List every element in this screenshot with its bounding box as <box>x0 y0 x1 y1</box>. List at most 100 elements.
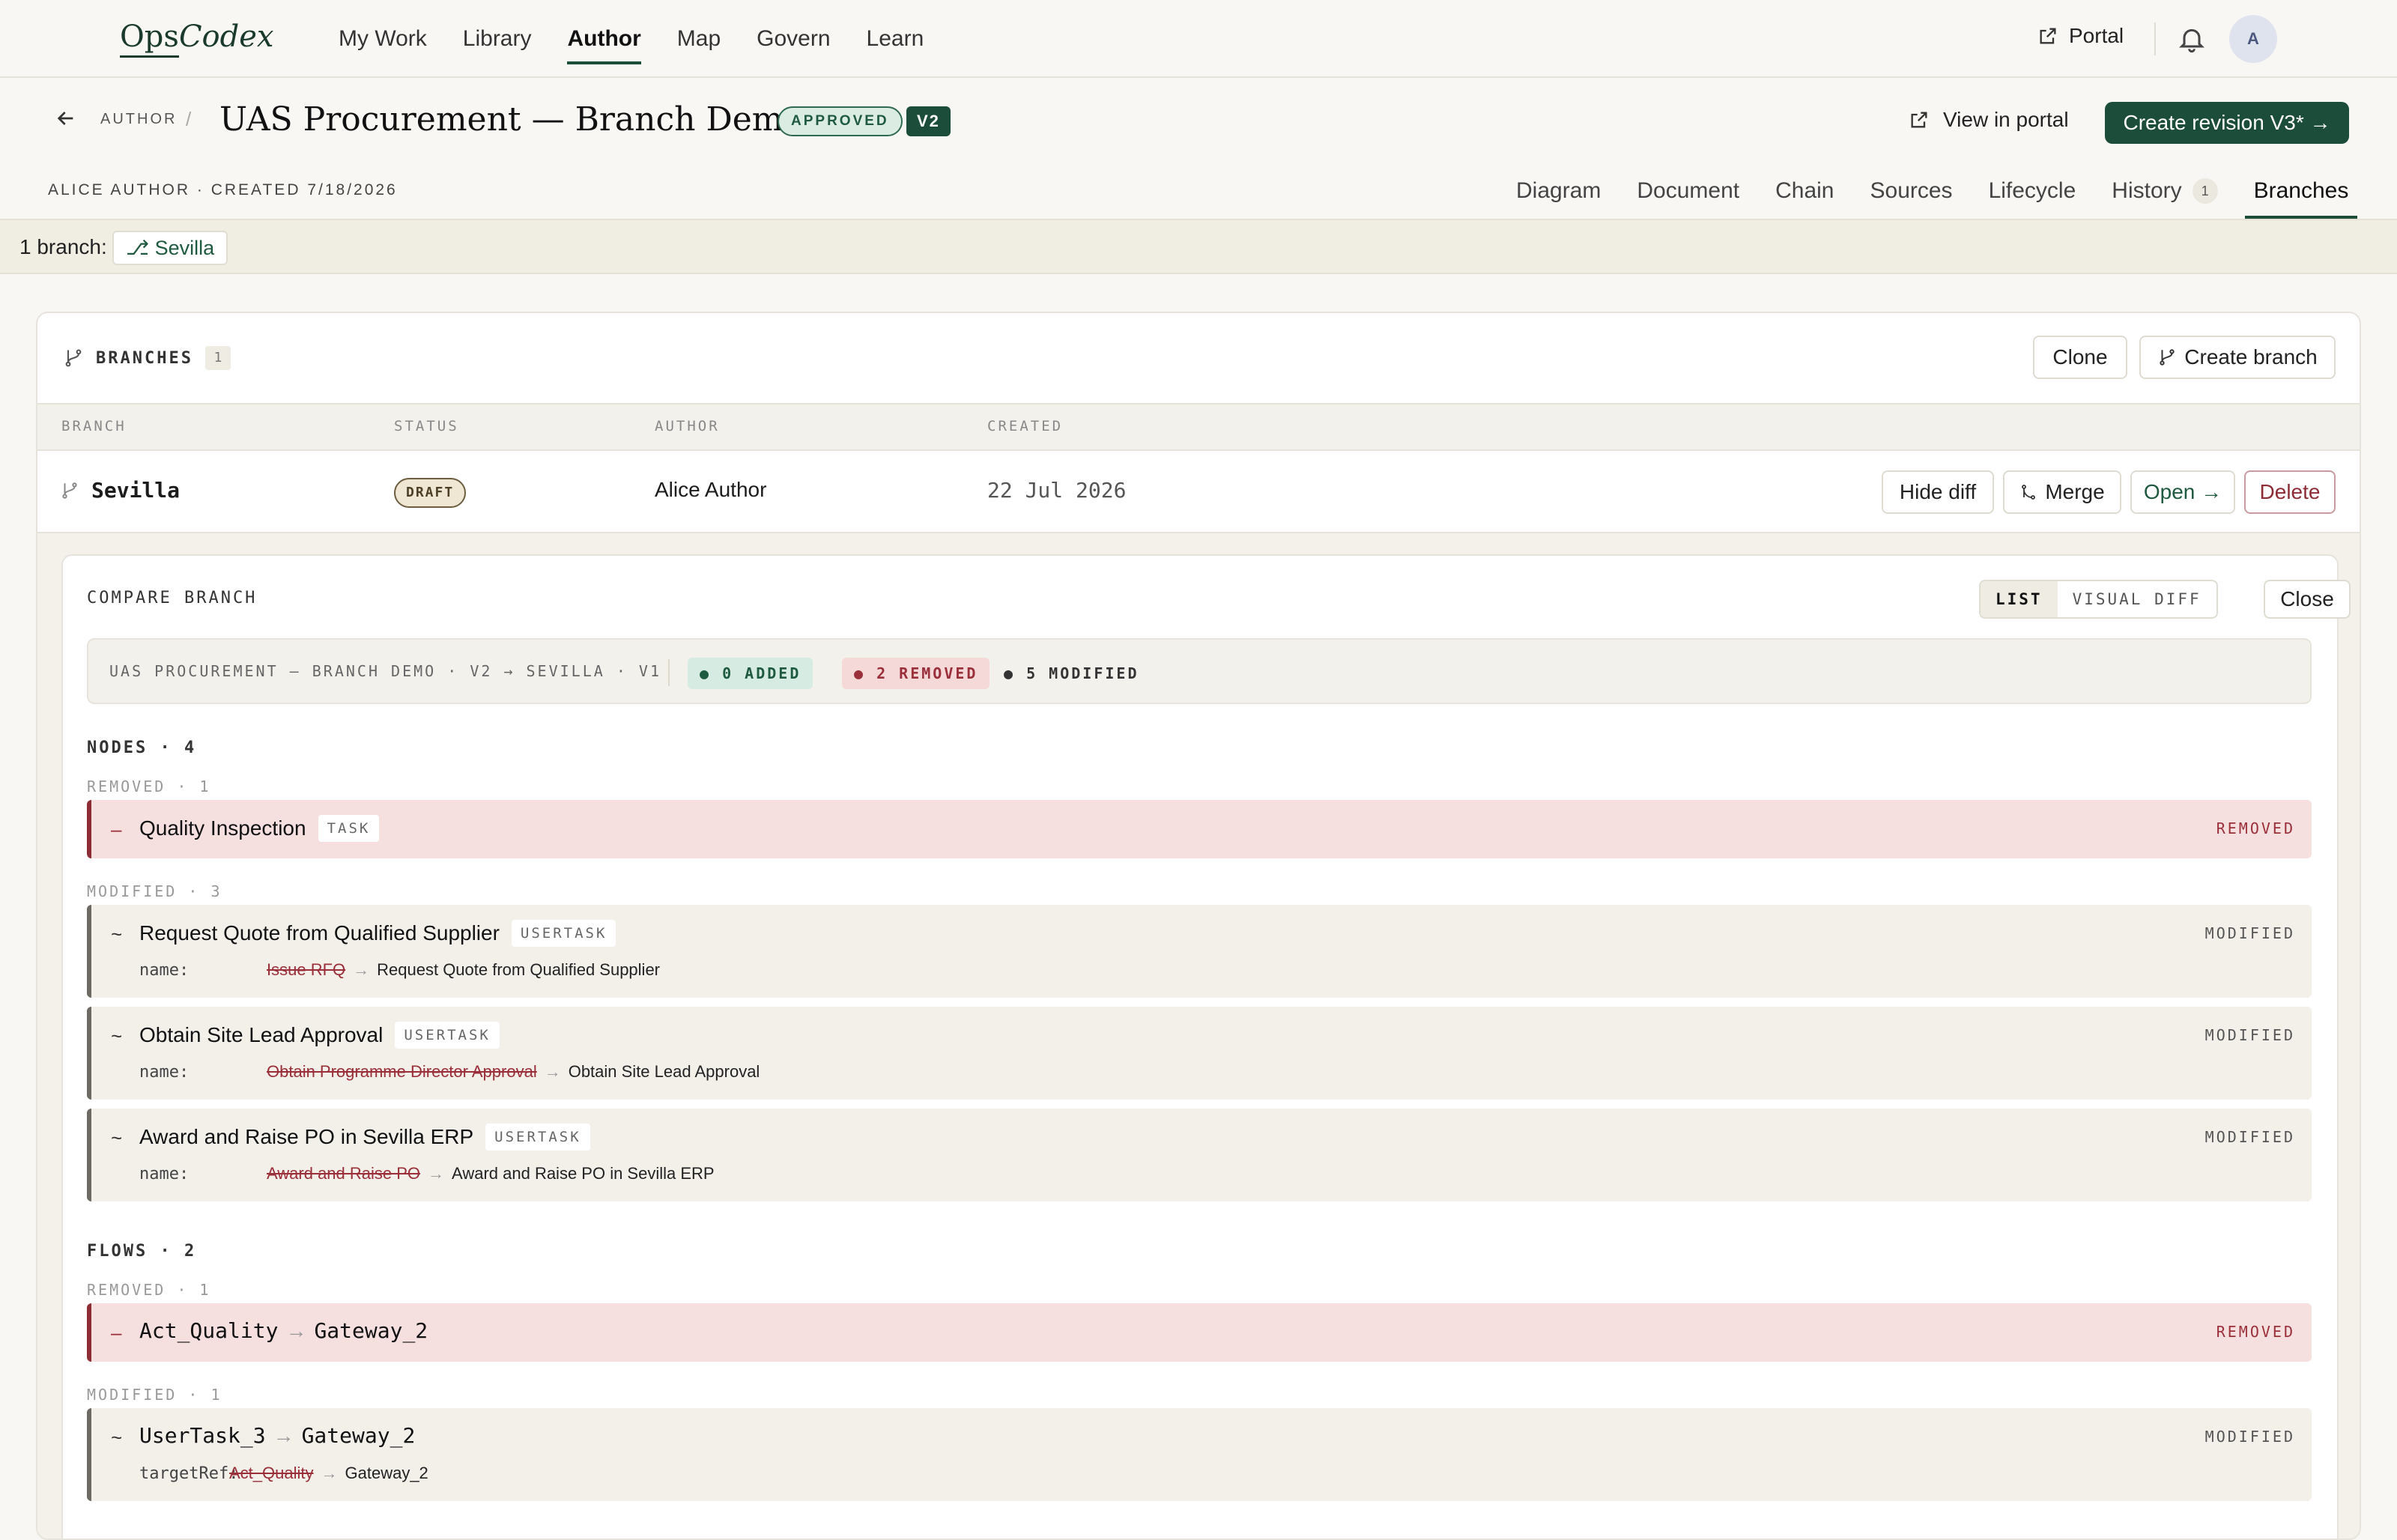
diff-summary: UAS PROCUREMENT — BRANCH DEMO · V2 → SEV… <box>87 638 2312 704</box>
nav-library[interactable]: Library <box>445 0 550 78</box>
compare-branch-panel: COMPARE BRANCH LIST VISUAL DIFF Close UA… <box>61 554 2351 1539</box>
new-value: Award and Raise PO in Sevilla ERP <box>452 1164 715 1183</box>
flow-to: Gateway_2 <box>301 1423 416 1448</box>
delete-button[interactable]: Delete <box>2244 470 2336 514</box>
branch-strip: 1 branch: ⎇ Sevilla <box>0 219 2397 274</box>
modified-count-chip: ● 5 MODIFIED <box>1004 664 1139 682</box>
branches-title-text: BRANCHES <box>96 348 193 368</box>
field-change: name: Issue RFQ → Request Quote from Qualif… <box>139 960 660 980</box>
summary-divider <box>668 659 670 686</box>
flows-section-title: FLOWS · 2 <box>87 1242 197 1261</box>
back-arrow-icon[interactable] <box>54 106 78 130</box>
git-branch-icon <box>62 482 77 499</box>
avatar[interactable]: A <box>2229 15 2277 63</box>
new-value: Obtain Site Lead Approval <box>568 1062 760 1081</box>
branches-count: 1 <box>204 346 231 370</box>
node-name-text: Award and Raise PO in Sevilla ERP <box>139 1125 474 1148</box>
diff-panel-wrapper: COMPARE BRANCH LIST VISUAL DIFF Close UA… <box>37 533 2360 1539</box>
node-type-badge: USERTASK <box>511 920 616 947</box>
node-type-badge: TASK <box>318 815 380 842</box>
tab-history[interactable]: History 1 <box>2094 163 2235 219</box>
branches-title: BRANCHES 1 <box>63 346 231 370</box>
flows-removed-title: REMOVED · 1 <box>87 1281 211 1299</box>
flows-modified-title: MODIFIED · 1 <box>87 1386 222 1404</box>
flow-to: Gateway_2 <box>314 1318 428 1343</box>
nodes-section-title: NODES · 4 <box>87 739 197 757</box>
field-key: name: <box>139 1165 190 1183</box>
delete-label: Delete <box>2259 480 2321 503</box>
nav-my-work[interactable]: My Work <box>321 0 445 78</box>
removed-count-chip: ● 2 REMOVED <box>842 658 990 689</box>
open-label: Open → <box>2143 480 2222 503</box>
open-button[interactable]: Open → <box>2130 470 2235 514</box>
hide-diff-button[interactable]: Hide diff <box>1882 470 1994 514</box>
node-type-badge: USERTASK <box>395 1022 500 1049</box>
hide-diff-label: Hide diff <box>1899 480 1977 503</box>
removed-sign: – <box>111 1321 122 1344</box>
tab-document[interactable]: Document <box>1619 163 1757 219</box>
tab-lifecycle[interactable]: Lifecycle <box>1971 163 2094 219</box>
tab-chain[interactable]: Chain <box>1757 163 1852 219</box>
branch-count-label: 1 branch: <box>19 235 107 258</box>
node-name-text: Quality Inspection <box>139 816 306 840</box>
tab-diagram[interactable]: Diagram <box>1498 163 1619 219</box>
nav-map[interactable]: Map <box>659 0 739 78</box>
branch-status-badge: DRAFT <box>394 478 467 508</box>
branches-card-header: BRANCHES 1 Clone Create branch <box>37 313 2360 403</box>
merge-button[interactable]: Merge <box>2003 470 2121 514</box>
branch-author: Alice Author <box>655 478 767 501</box>
view-visual-diff-button[interactable]: VISUAL DIFF <box>2058 581 2216 617</box>
flow-from: UserTask_3 <box>139 1423 266 1448</box>
flow-name: UserTask_3 → Gateway_2 <box>139 1423 415 1448</box>
external-link-icon <box>2040 28 2056 44</box>
nav-learn[interactable]: Learn <box>849 0 942 78</box>
clone-button[interactable]: Clone <box>2033 336 2127 379</box>
field-change: name: Award and Raise PO → Award and Raise … <box>139 1164 715 1183</box>
author-meta: ALICE AUTHOR · CREATED 7/18/2026 <box>48 181 398 198</box>
modified-sign: ~ <box>111 1426 123 1449</box>
node-name: Obtain Site Lead Approval USERTASK <box>139 1022 500 1049</box>
diff-summary-text: UAS PROCUREMENT — BRANCH DEMO · V2 → SEV… <box>109 662 662 680</box>
tab-sources[interactable]: Sources <box>1852 163 1971 219</box>
create-branch-label: Create branch <box>2184 345 2318 369</box>
modified-sign: ~ <box>111 923 123 945</box>
create-revision-button[interactable]: Create revision V3* → <box>2105 102 2349 144</box>
tab-branches[interactable]: Branches <box>2236 163 2367 219</box>
node-name-text: Obtain Site Lead Approval <box>139 1023 384 1046</box>
compare-title: COMPARE BRANCH <box>87 589 258 607</box>
create-branch-button[interactable]: Create branch <box>2139 336 2336 379</box>
close-compare-button[interactable]: Close <box>2264 580 2351 619</box>
main-nav: My Work Library Author Map Govern Learn <box>321 0 942 78</box>
nav-author[interactable]: Author <box>549 0 658 78</box>
state-label: REMOVED <box>2216 819 2295 837</box>
table-row: Sevilla DRAFT Alice Author 22 Jul 2026 H… <box>37 451 2360 533</box>
header-divider <box>2154 22 2156 55</box>
view-in-portal-link[interactable]: View in portal <box>1909 108 2069 132</box>
brand-logo[interactable]: OpsCodex <box>120 19 273 58</box>
modified-sign: ~ <box>111 1025 123 1047</box>
tab-label: Lifecycle <box>1988 178 2076 203</box>
tab-label: Branches <box>2253 178 2349 203</box>
state-label: MODIFIED <box>2204 1026 2295 1044</box>
arrow: → <box>321 1464 338 1482</box>
branches-card: BRANCHES 1 Clone Create branch BRANCH ST… <box>36 312 2361 1540</box>
arrow: → <box>544 1062 561 1081</box>
bell-icon[interactable] <box>2177 24 2207 54</box>
arrow: → <box>428 1164 445 1183</box>
node-name: Request Quote from Qualified Supplier USE… <box>139 920 616 947</box>
tab-label: History <box>2112 178 2182 203</box>
portal-link[interactable]: Portal <box>2037 24 2124 48</box>
view-list-button[interactable]: LIST <box>1981 581 2058 617</box>
flow-from: Act_Quality <box>139 1318 279 1343</box>
field-key: name: <box>139 961 190 980</box>
branch-chip-sevilla[interactable]: ⎇ Sevilla <box>112 231 228 265</box>
diff-item-removed-node: – Quality Inspection TASK REMOVED <box>87 800 2312 858</box>
diff-item-modified-node: ~ Obtain Site Lead Approval USERTASK MODI… <box>87 1007 2312 1100</box>
node-name: Quality Inspection TASK <box>139 815 380 842</box>
merge-icon <box>2022 485 2036 500</box>
nav-govern[interactable]: Govern <box>739 0 848 78</box>
breadcrumb[interactable]: AUTHOR <box>100 111 177 128</box>
flow-name: Act_Quality → Gateway_2 <box>139 1318 428 1343</box>
state-label: MODIFIED <box>2204 1428 2295 1446</box>
branch-name[interactable]: Sevilla <box>91 478 180 503</box>
